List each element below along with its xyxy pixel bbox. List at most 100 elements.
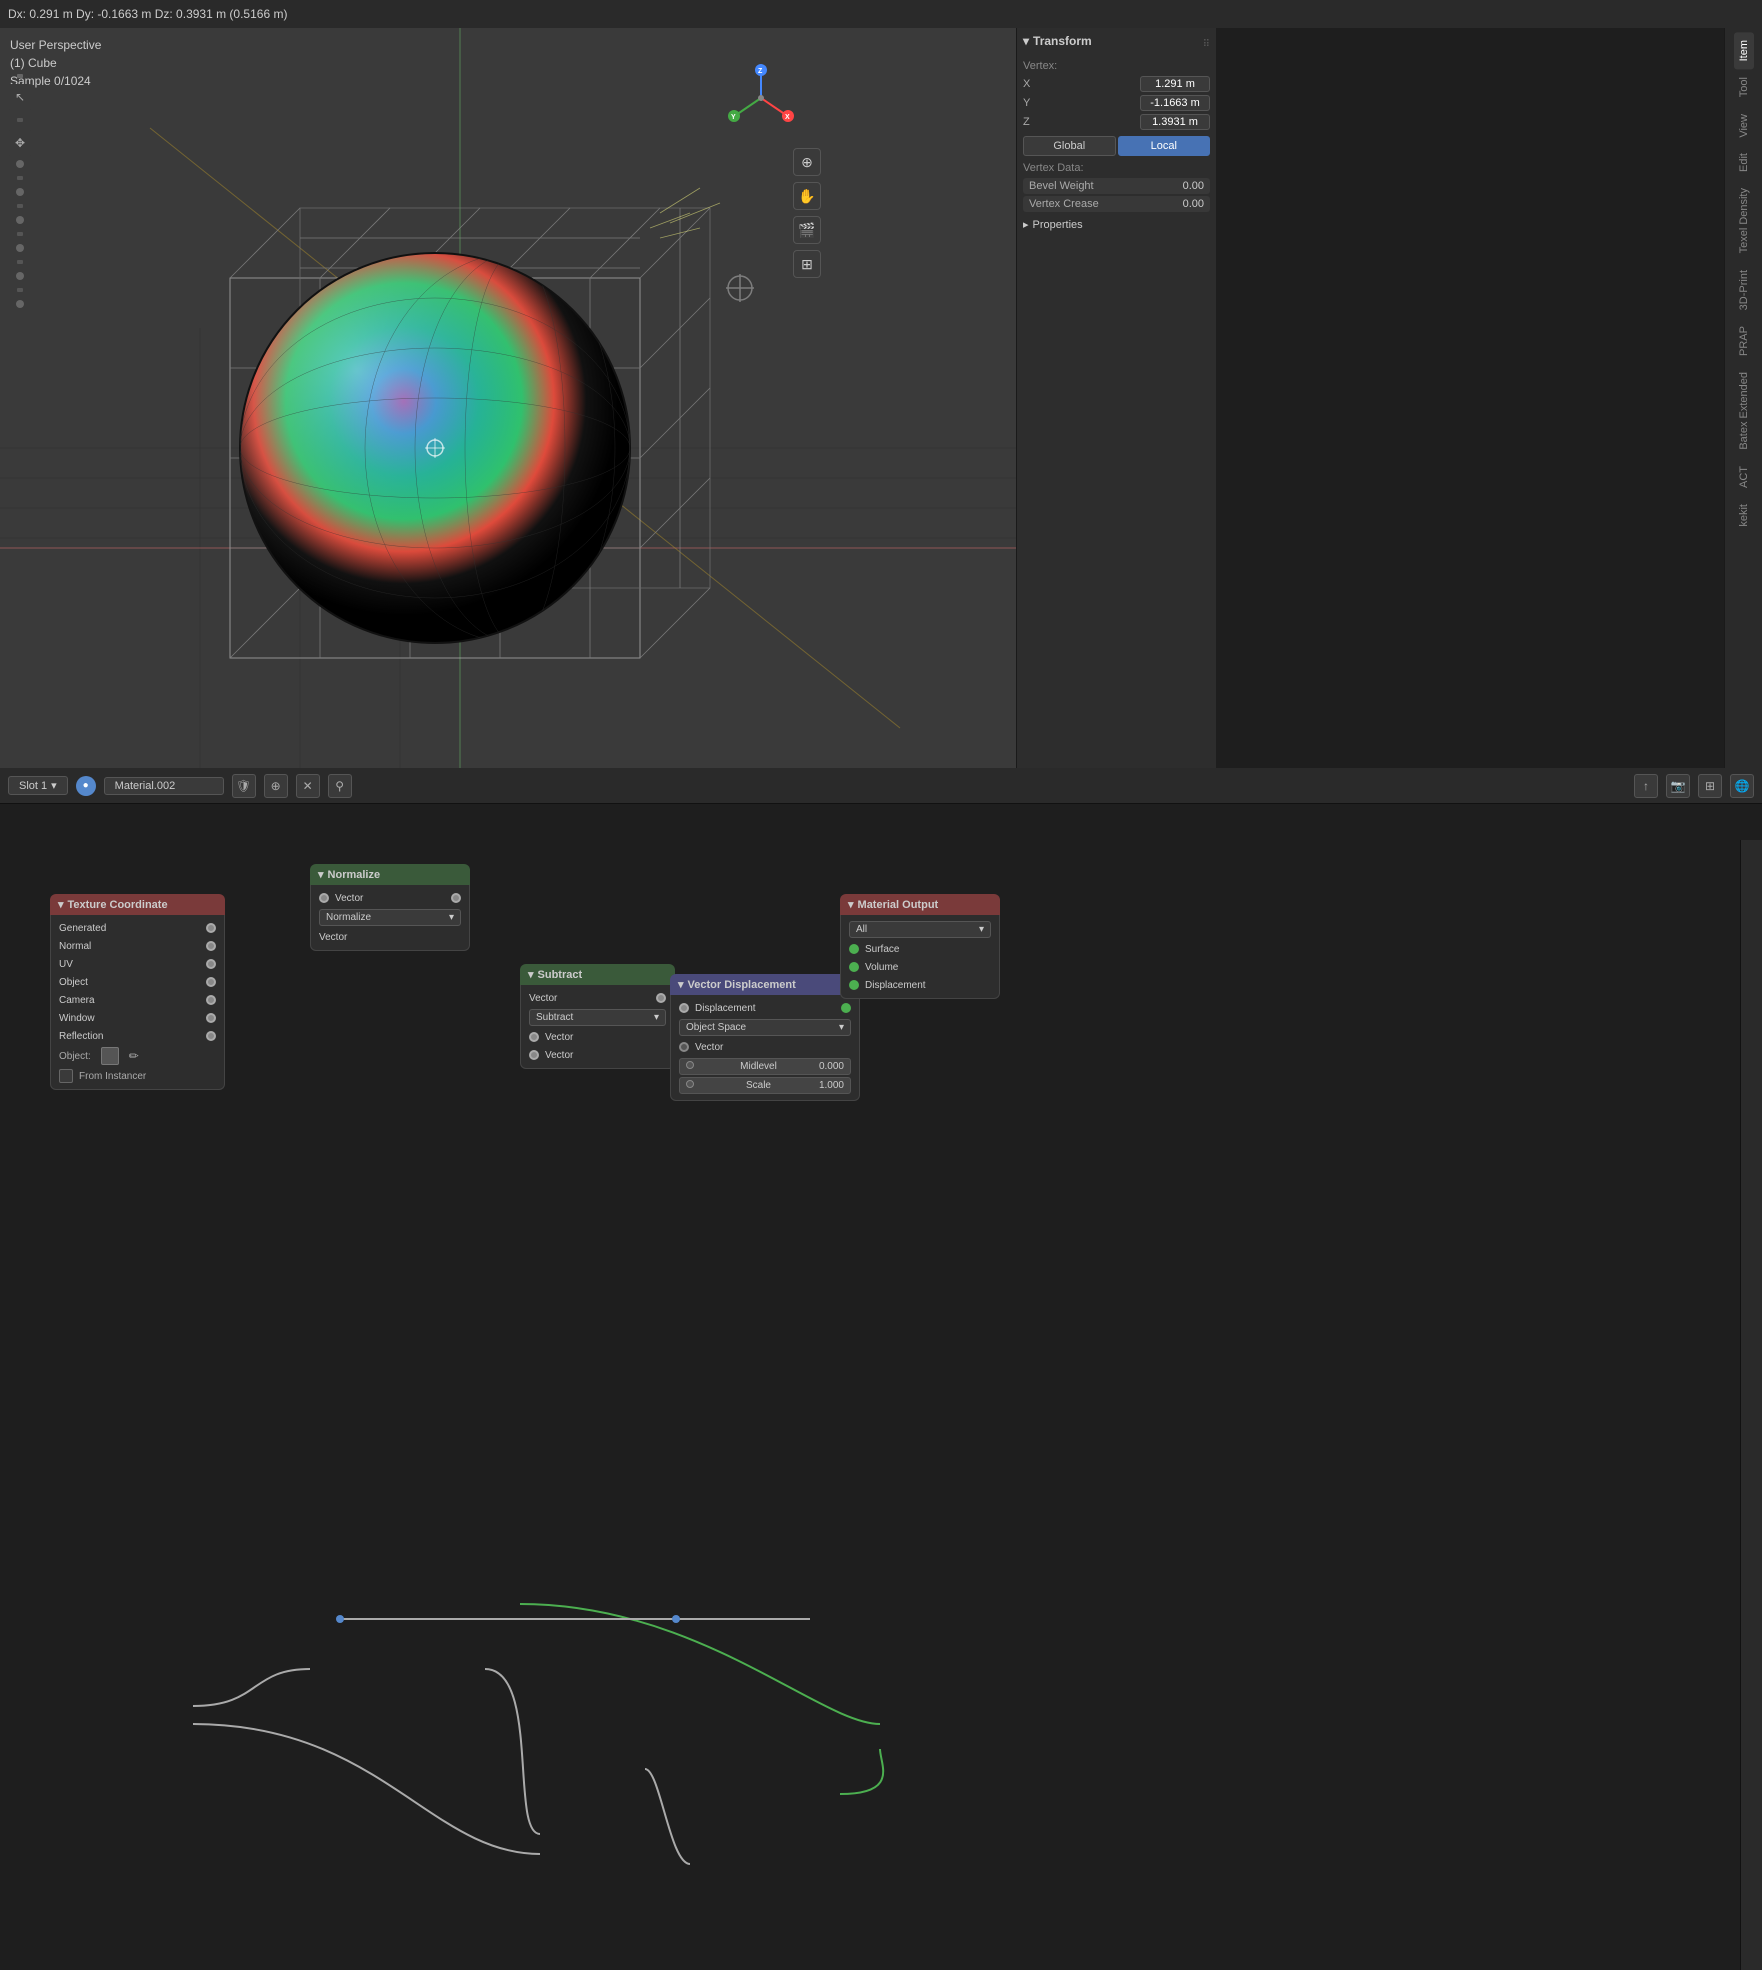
y-row: Y -1.1663 m — [1023, 95, 1210, 111]
tab-view[interactable]: View — [1734, 106, 1754, 146]
volume-socket[interactable] — [849, 962, 859, 972]
subtract-dropdown[interactable]: Subtract ▾ — [529, 1009, 666, 1026]
svg-text:Z: Z — [758, 68, 763, 75]
from-instancer-row: From Instancer — [51, 1067, 224, 1085]
chevron-down-icon-3: ▾ — [654, 1012, 659, 1023]
node-subtract[interactable]: ▾ Subtract Vector Subtract ▾ Vector — [520, 964, 675, 1069]
socket-camera-out[interactable] — [206, 995, 216, 1005]
normalize-dropdown[interactable]: Normalize ▾ — [319, 909, 461, 926]
socket-displacement: Displacement — [841, 976, 999, 994]
subtract-vector-in2-row: Vector — [521, 1046, 674, 1064]
conn-normalize-subtract1 — [485, 1669, 540, 1834]
socket-object-out[interactable] — [206, 977, 216, 987]
bevel-weight-value[interactable]: 0.00 — [1183, 180, 1204, 192]
matout-dropdown[interactable]: All ▾ — [849, 921, 991, 938]
z-value[interactable]: 1.3931 m — [1140, 114, 1210, 130]
tab-edit[interactable]: Edit — [1734, 145, 1754, 180]
vecdisp-vector-in[interactable] — [679, 1042, 689, 1052]
tab-3d-print[interactable]: 3D-Print — [1734, 262, 1754, 318]
tab-tool[interactable]: Tool — [1734, 69, 1754, 105]
copy-icon-btn[interactable]: ⊕ — [264, 774, 288, 798]
dot-5 — [16, 272, 24, 280]
vecdisp-vector-row: Vector — [671, 1038, 859, 1056]
coord-display: Dx: 0.291 m Dy: -0.1663 m Dz: 0.3931 m (… — [8, 7, 287, 21]
surface-socket[interactable] — [849, 944, 859, 954]
3d-viewport[interactable]: User Perspective (1) Cube Sample 0/1024 … — [0, 28, 1016, 768]
dot-4 — [16, 244, 24, 252]
hand-icon[interactable]: ✋ — [793, 182, 821, 210]
collapse-icon-2: ▾ — [318, 868, 324, 881]
subtract-vector-in2[interactable] — [529, 1050, 539, 1060]
socket-generated-out[interactable] — [206, 923, 216, 933]
tab-texel-density[interactable]: Texel Density — [1734, 180, 1754, 261]
node-normalize-header: ▾ Normalize — [310, 864, 470, 885]
bevel-weight-row: Bevel Weight 0.00 — [1023, 178, 1210, 194]
tab-prap[interactable]: PRAP — [1734, 318, 1754, 364]
socket-reflection-out[interactable] — [206, 1031, 216, 1041]
displacement-socket[interactable] — [849, 980, 859, 990]
grid-view-icon[interactable]: ⊞ — [793, 250, 821, 278]
properties-link[interactable]: ▸ Properties — [1023, 218, 1210, 231]
material-name[interactable]: Material.002 — [104, 777, 224, 795]
viewport-toolbar: ⊕ ✋ 🎬 ⊞ — [793, 148, 821, 278]
camera-view-icon[interactable]: 🎬 — [793, 216, 821, 244]
move-tool[interactable]: ✥ — [7, 130, 33, 156]
vertex-crease-value[interactable]: 0.00 — [1183, 198, 1204, 210]
vecdisp-displacement-in: Displacement — [671, 999, 859, 1017]
normalize-vector-out-socket[interactable] — [451, 893, 461, 903]
tab-kekit[interactable]: kekit — [1734, 496, 1754, 535]
from-instancer-checkbox[interactable] — [59, 1069, 73, 1083]
y-value[interactable]: -1.1663 m — [1140, 95, 1210, 111]
socket-window-out[interactable] — [206, 1013, 216, 1023]
node-vec-disp-header: ▾ Vector Displacement — [670, 974, 860, 995]
close-icon-btn[interactable]: ✕ — [296, 774, 320, 798]
tab-batex-extended[interactable]: Batex Extended — [1734, 364, 1754, 458]
object-selector[interactable] — [101, 1047, 119, 1065]
socket-uv-out[interactable] — [206, 959, 216, 969]
scale-socket[interactable] — [686, 1080, 694, 1088]
midlevel-value[interactable]: 0.000 — [819, 1061, 844, 1072]
eyedropper-icon[interactable]: ✏ — [129, 1049, 139, 1063]
shader-side-panel — [1740, 840, 1762, 1970]
socket-reflection: Reflection — [51, 1027, 224, 1045]
node-vector-displacement[interactable]: ▾ Vector Displacement Displacement Objec… — [670, 974, 860, 1101]
dot-1 — [16, 160, 24, 168]
collapse-icon-4: ▾ — [678, 978, 684, 991]
slot-dropdown[interactable]: Slot 1 ▾ — [8, 776, 68, 795]
dot-6 — [16, 300, 24, 308]
drag-handle-3 — [17, 176, 23, 180]
local-btn[interactable]: Local — [1118, 136, 1211, 156]
node-material-output[interactable]: ▾ Material Output All ▾ Surface Volume — [840, 894, 1000, 999]
gizmo-widget[interactable]: Z X Y — [726, 63, 796, 133]
z-row: Z 1.3931 m — [1023, 114, 1210, 130]
vecdisp-displacement-socket[interactable] — [679, 1003, 689, 1013]
vecdisp-space-dropdown[interactable]: Object Space ▾ — [679, 1019, 851, 1036]
scale-value[interactable]: 1.000 — [819, 1080, 844, 1091]
node-mat-output-title: Material Output — [858, 899, 939, 911]
shield-icon-btn[interactable]: 🛡 — [232, 774, 256, 798]
tab-act[interactable]: ACT — [1734, 458, 1754, 496]
node-normalize[interactable]: ▾ Normalize Vector Normalize ▾ Vector — [310, 864, 470, 951]
socket-normal: Normal — [51, 937, 224, 955]
node-texture-coordinate[interactable]: ▾ Texture Coordinate Generated Normal UV… — [50, 894, 225, 1090]
orbit-icon[interactable]: ⊕ — [793, 148, 821, 176]
world-icon-btn[interactable]: 🌐 — [1730, 774, 1754, 798]
x-value[interactable]: 1.291 m — [1140, 76, 1210, 92]
global-btn[interactable]: Global — [1023, 136, 1116, 156]
conn-normal-normalize — [193, 1669, 310, 1706]
node-canvas[interactable]: ▾ Texture Coordinate Generated Normal UV… — [0, 804, 1762, 1970]
cursor-tool[interactable]: ↖ — [7, 84, 33, 110]
socket-normal-out[interactable] — [206, 941, 216, 951]
render-icon-btn[interactable]: ⊞ — [1698, 774, 1722, 798]
midlevel-socket[interactable] — [686, 1061, 694, 1069]
normalize-vector-in-socket[interactable] — [319, 893, 329, 903]
camera-icon-btn[interactable]: 📷 — [1666, 774, 1690, 798]
subtract-vector-in1-row: Vector — [521, 1028, 674, 1046]
collapse-icon-5: ▾ — [848, 898, 854, 911]
tab-item[interactable]: Item — [1734, 32, 1754, 69]
subtract-vector-out[interactable] — [656, 993, 666, 1003]
pin-icon-btn[interactable]: ⚲ — [328, 774, 352, 798]
subtract-vector-in1[interactable] — [529, 1032, 539, 1042]
up-icon-btn[interactable]: ↑ — [1634, 774, 1658, 798]
side-tabs-panel: Item Tool View Edit Texel Density 3D-Pri… — [1724, 28, 1762, 768]
